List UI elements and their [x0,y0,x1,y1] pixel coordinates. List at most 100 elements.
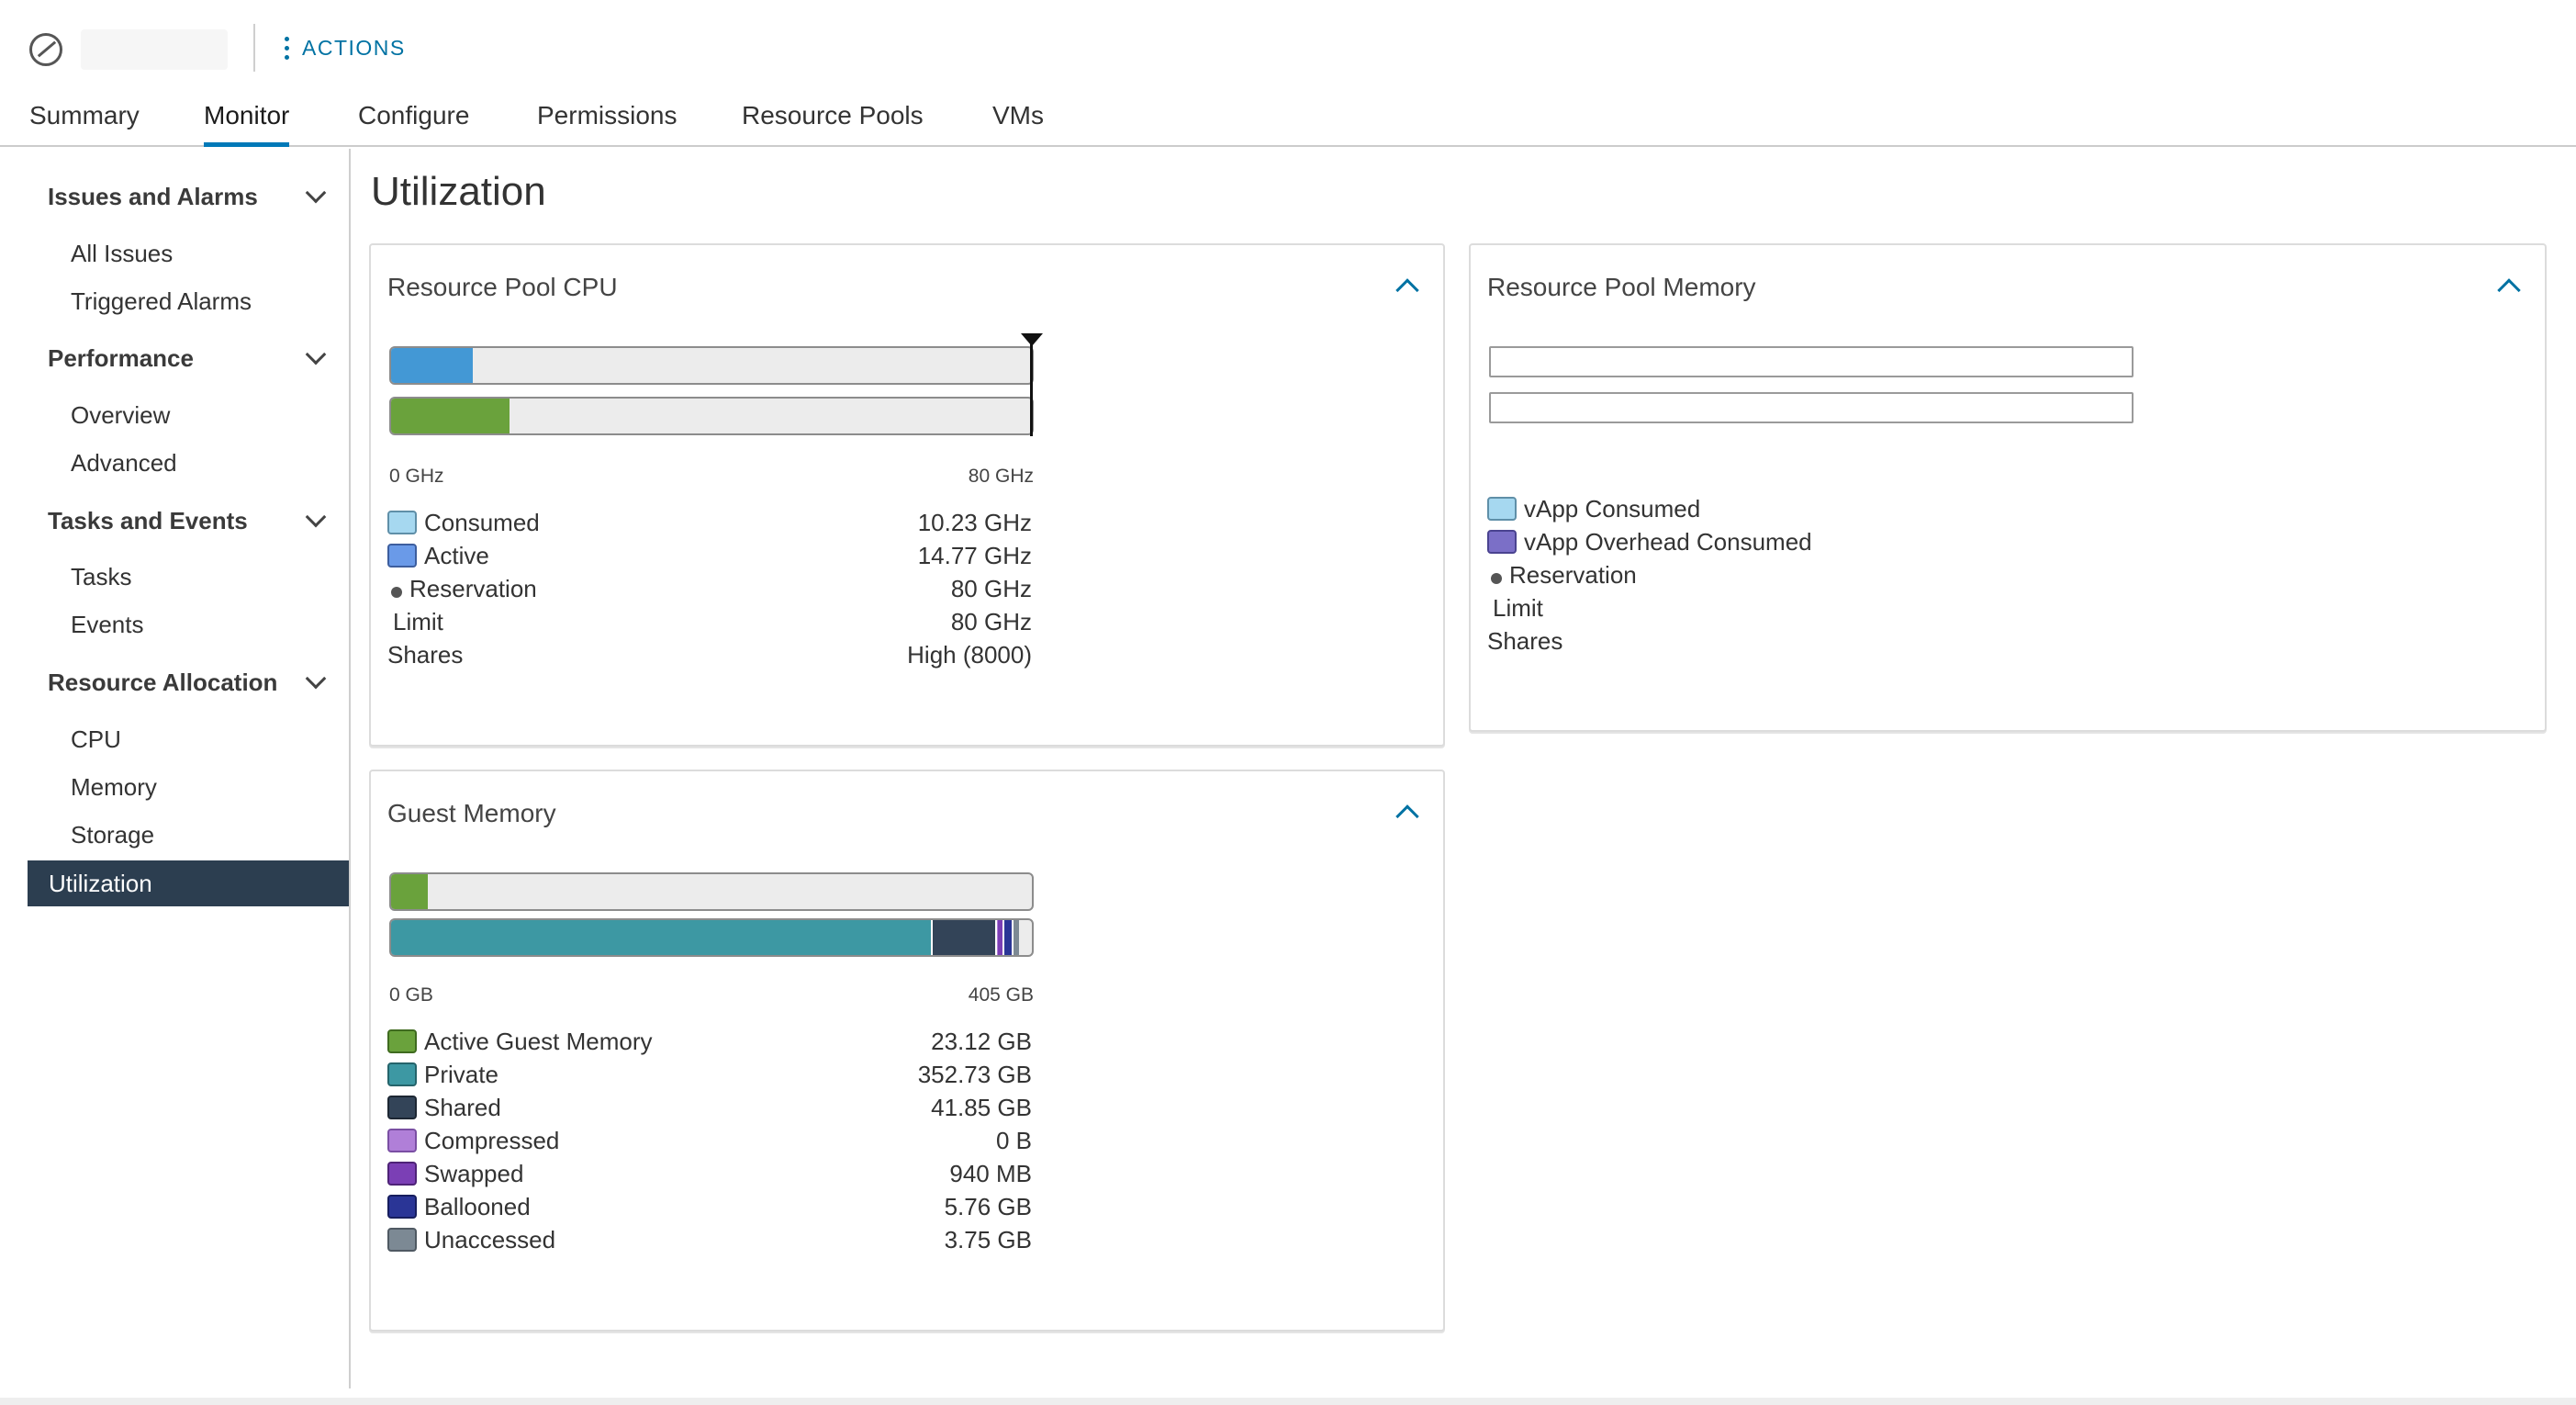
nav-group-label: Tasks and Events [48,506,248,534]
legend-label: vApp Overhead Consumed [1524,527,1812,556]
tab-configure[interactable]: Configure [358,101,469,147]
legend-value: 940 MB [949,1159,1032,1187]
legend-row-reservation: Reservation [1487,559,2132,590]
nav-item-advanced[interactable]: Advanced [71,449,177,478]
chevron-down-icon [305,343,327,365]
nav-group-performance[interactable]: Performance [48,338,332,378]
legend-row-vapp-consumed: vApp Consumed [1487,493,2132,524]
legend-label: Limit [1493,593,1543,622]
ballooned-swatch [387,1195,417,1219]
memory-consumed-bar [1489,346,2134,377]
nav-group-label: Issues and Alarms [48,182,258,210]
legend-value: 41.85 GB [931,1093,1032,1121]
chevron-down-icon [305,182,327,204]
nav-item-storage[interactable]: Storage [71,821,154,849]
tab-permissions[interactable]: Permissions [537,101,677,147]
consumed-swatch [387,511,417,534]
nav-group-label: Performance [48,343,194,372]
collapse-chevron-up-icon[interactable] [2497,278,2521,302]
nav-item-overview[interactable]: Overview [71,401,170,430]
legend-label: Reservation [409,574,537,602]
vapp-consumed-swatch [1487,497,1517,521]
cpu-active-segment [391,399,510,433]
legend-label: Shares [387,640,464,669]
memory-overhead-bar [1489,392,2134,423]
legend-value: 23.12 GB [931,1027,1032,1055]
swapped-segment [997,920,1004,955]
active-guest-memory-swatch [387,1029,417,1053]
legend-value: 352.73 GB [917,1060,1032,1088]
legend-label: Unaccessed [424,1225,556,1253]
guest-memory-breakdown-bar [389,918,1034,957]
nav-item-tasks[interactable]: Tasks [71,563,131,591]
chevron-down-icon [305,668,327,690]
active-guest-memory-bar [389,872,1034,911]
collapse-chevron-up-icon[interactable] [1395,278,1419,302]
resource-pool-icon [29,33,62,66]
reservation-bullet-icon [391,587,402,598]
nav-item-cpu[interactable]: CPU [71,725,121,754]
legend-row-shares: Shares High (8000) [387,639,1032,670]
legend-label: Swapped [424,1159,524,1187]
legend-value: 80 GHz [950,607,1032,635]
nav-item-memory[interactable]: Memory [71,773,157,802]
legend-row-limit: Limit 80 GHz [387,606,1032,637]
legend-label: Consumed [424,508,540,536]
cpu-active-bar [389,397,1034,435]
legend-value: 80 GHz [950,574,1032,602]
legend-label: Ballooned [424,1192,531,1220]
legend-row-shares: Shares [1487,625,2132,657]
tab-vms[interactable]: VMs [992,101,1044,147]
active-guest-memory-segment [391,874,428,909]
legend-label: Shares [1487,626,1563,655]
legend-row-shared: Shared 41.85 GB [387,1092,1032,1123]
monitor-sidebar: Issues and Alarms All Issues Triggered A… [0,149,351,1388]
actions-button[interactable]: ACTIONS [285,31,406,64]
chevron-down-icon [305,506,327,528]
object-header: ACTIONS [0,0,2576,96]
tab-resource-pools[interactable]: Resource Pools [742,101,924,147]
vapp-overhead-swatch [1487,530,1517,554]
legend-value: 3.75 GB [944,1225,1032,1253]
legend-label: Active Guest Memory [424,1027,653,1055]
tab-summary[interactable]: Summary [29,101,140,147]
collapse-chevron-up-icon[interactable] [1395,804,1419,828]
legend-value: High (8000) [907,640,1032,669]
guest-memory-card: Guest Memory 0 GB 405 GB Active Guest Me… [369,770,1445,1332]
unaccessed-segment [1013,920,1019,955]
legend-row-consumed: Consumed 10.23 GHz [387,507,1032,538]
private-segment [391,920,933,955]
object-name-redacted [81,29,228,70]
active-swatch [387,544,417,568]
guest-axis-max: 405 GB [968,984,1034,1006]
bottom-edge [0,1398,2576,1405]
nav-group-tasks-and-events[interactable]: Tasks and Events [48,500,332,541]
legend-row-limit: Limit [1487,592,2132,624]
tab-monitor[interactable]: Monitor [204,101,290,147]
nav-item-utilization[interactable]: Utilization [28,860,349,906]
legend-label: Shared [424,1093,501,1121]
nav-group-resource-allocation[interactable]: Resource Allocation [48,662,332,702]
legend-row-swapped: Swapped 940 MB [387,1158,1032,1189]
guest-axis-min: 0 GB [389,984,433,1006]
nav-item-triggered-alarms[interactable]: Triggered Alarms [71,287,252,316]
unaccessed-swatch [387,1228,417,1252]
legend-value: 14.77 GHz [917,541,1032,569]
legend-label: Private [424,1060,498,1088]
legend-label: Limit [393,607,443,635]
legend-row-unaccessed: Unaccessed 3.75 GB [387,1224,1032,1255]
nav-group-issues-and-alarms[interactable]: Issues and Alarms [48,176,332,217]
legend-label: Compressed [424,1126,560,1154]
legend-label: Reservation [1509,560,1637,589]
resource-pool-cpu-card: Resource Pool CPU 0 GHz 80 GHz Consumed … [369,243,1445,747]
nav-item-all-issues[interactable]: All Issues [71,240,173,268]
legend-row-private: Private 352.73 GB [387,1059,1032,1090]
legend-value: 0 B [995,1126,1032,1154]
private-swatch [387,1062,417,1086]
card-title: Guest Memory [387,799,556,827]
cpu-axis-max: 80 GHz [968,466,1034,487]
nav-item-events[interactable]: Events [71,611,144,639]
header-divider [253,24,255,72]
legend-label: vApp Consumed [1524,494,1701,523]
legend-row-active-guest-memory: Active Guest Memory 23.12 GB [387,1026,1032,1057]
